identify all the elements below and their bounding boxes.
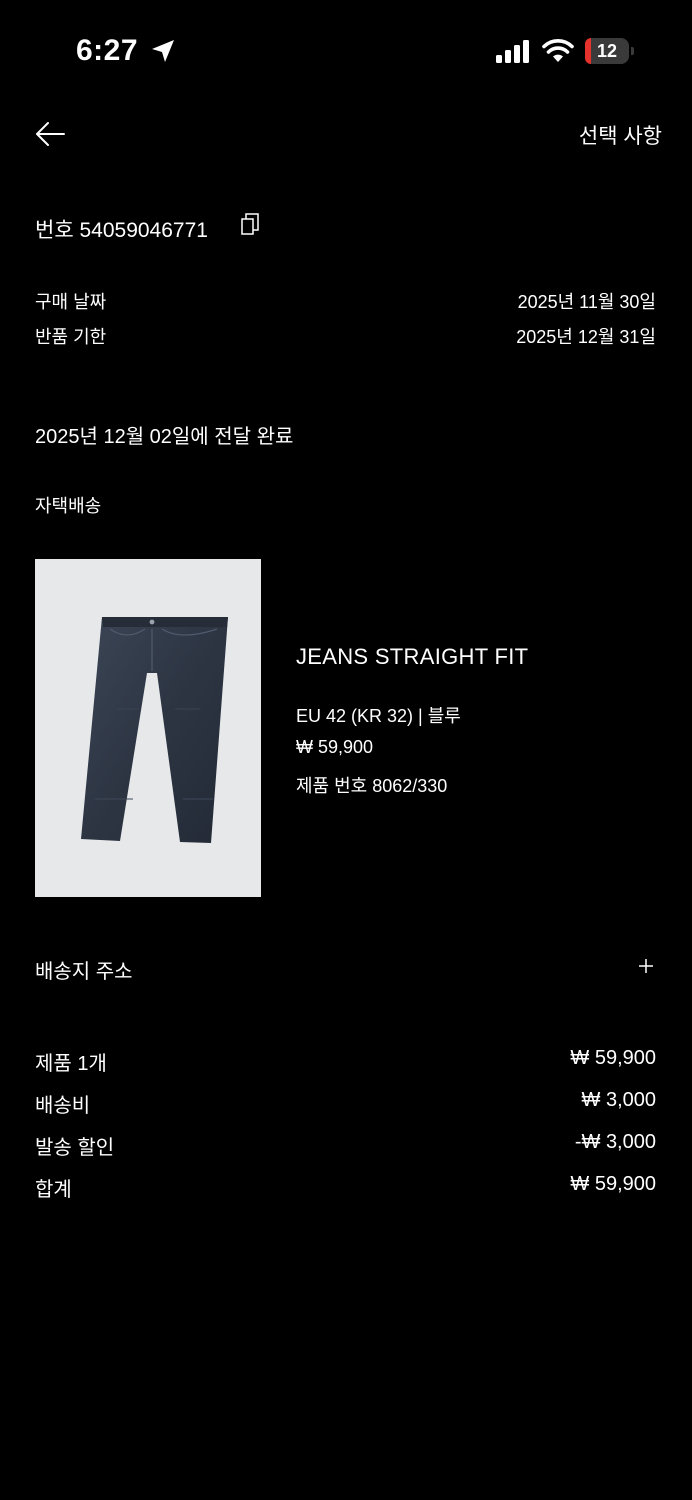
product-price: ₩ 59,900 <box>296 737 374 757</box>
plus-icon[interactable] <box>636 956 656 976</box>
delivery-method: 자택배송 <box>35 496 102 516</box>
return-deadline-value: 2025년 12월 31일 <box>516 327 656 347</box>
wifi-icon <box>542 39 574 62</box>
summary-total-value: ₩ 59,900 <box>570 1173 656 1195</box>
summary-items-label: 제품 1개 <box>35 1053 107 1075</box>
purchase-date-value: 2025년 11월 30일 <box>517 292 656 312</box>
status-time: 6:27 <box>76 34 139 67</box>
summary-items-value: ₩ 59,900 <box>570 1047 656 1069</box>
jeans-illustration <box>81 617 228 843</box>
cellular-signal-icon <box>496 40 529 63</box>
return-deadline-label: 반품 기한 <box>35 327 107 347</box>
product-name[interactable]: JEANS STRAIGHT FIT <box>296 644 528 670</box>
battery-icon: 12 <box>585 38 635 64</box>
copy-icon[interactable] <box>240 212 260 236</box>
location-arrow-icon <box>152 40 174 62</box>
summary-shipping-value: ₩ 3,000 <box>581 1089 656 1111</box>
summary-shipping-label: 배송비 <box>35 1095 91 1117</box>
product-size-color: EU 42 (KR 32) | 블루 <box>296 706 461 726</box>
order-number: 번호 54059046771 <box>35 219 208 242</box>
summary-discount-label: 발송 할인 <box>35 1137 115 1159</box>
battery-percent: 12 <box>596 41 618 61</box>
shipping-address-label[interactable]: 배송지 주소 <box>35 955 133 984</box>
summary-discount-value: -₩ 3,000 <box>574 1131 656 1153</box>
summary-total-label: 합계 <box>35 1179 72 1201</box>
product-number: 제품 번호 8062/330 <box>296 776 448 796</box>
delivery-status: 2025년 12월 02일에 전달 완료 <box>35 426 294 448</box>
purchase-date-label: 구매 날짜 <box>35 292 107 312</box>
product-image[interactable] <box>35 559 261 897</box>
back-arrow-icon[interactable] <box>34 118 66 150</box>
options-button[interactable]: 선택 사항 <box>579 120 662 150</box>
